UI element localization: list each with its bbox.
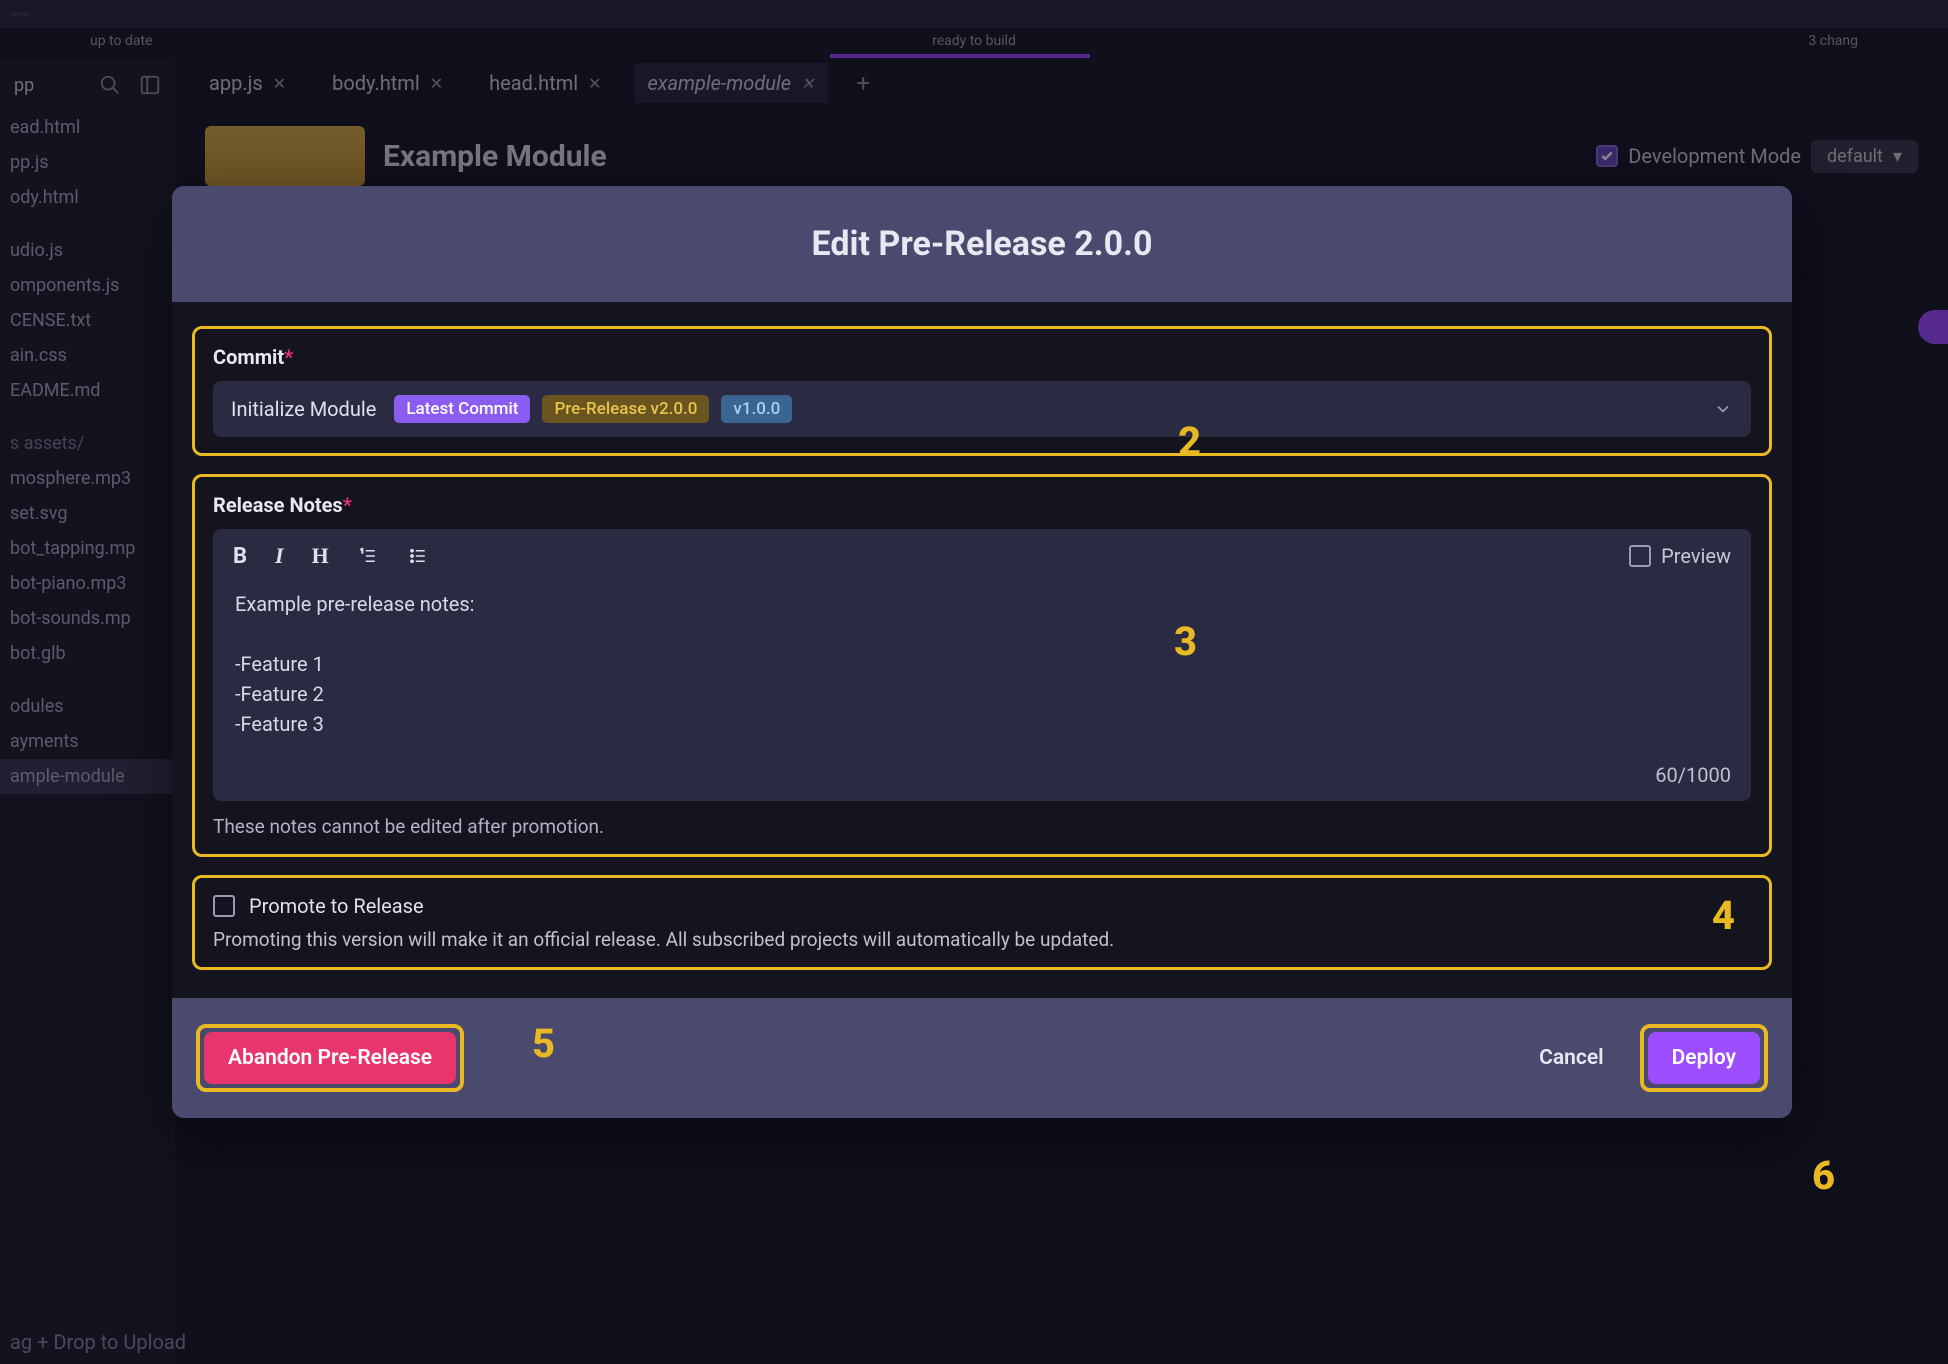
dev-mode-label: Development Mode [1628,144,1801,168]
folder-icon [205,126,365,186]
modal-title: Edit Pre-Release 2.0.0 [192,224,1772,264]
highlight-abandon: Abandon Pre-Release [196,1024,464,1092]
tab-example-module[interactable]: example-module ✕ [634,63,829,103]
release-notes-label: Release Notes* [213,493,1751,517]
callout-5: 5 [532,1020,555,1067]
dropdown-value: default [1827,146,1883,167]
app-label: pp [14,75,34,96]
badge-prerelease: Pre-Release v2.0.0 [542,395,709,423]
bold-button[interactable]: B [233,544,247,569]
file-item[interactable]: mosphere.mp3 [0,461,175,496]
file-item[interactable]: bot_tapping.mp [0,531,175,566]
status-center: ready to build [932,33,1016,49]
file-item[interactable]: CENSE.txt [0,303,175,338]
svg-text:1: 1 [360,548,363,555]
commit-message: Initialize Module [231,397,376,421]
file-item[interactable]: udio.js [0,233,175,268]
search-icon[interactable] [99,74,121,96]
tabs-row: app.js ✕ body.html ✕ head.html ✕ example-mo… [175,58,1948,108]
commit-section: Commit* Initialize Module Latest Commit … [192,326,1772,456]
status-left: up to date [90,33,152,49]
tab-label: app.js [209,71,263,95]
cancel-button[interactable]: Cancel [1515,1032,1627,1084]
notes-help-text: These notes cannot be edited after promo… [213,815,1751,838]
commit-label: Commit* [213,345,1751,369]
ordered-list-button[interactable]: 1 [357,547,379,565]
top-pill [10,12,30,16]
config-dropdown[interactable]: default ▾ [1811,140,1918,173]
promote-section: Promote to Release Promoting this versio… [192,875,1772,970]
italic-button[interactable]: I [275,543,284,569]
close-icon[interactable]: ✕ [588,74,601,93]
deploy-button[interactable]: Deploy [1648,1032,1760,1084]
bullet-list-button[interactable] [407,547,429,565]
highlight-deploy: Deploy [1640,1024,1768,1092]
callout-3: 3 [1174,618,1197,665]
heading-button[interactable]: H [312,543,329,569]
badge-version: v1.0.0 [721,395,792,423]
promote-description: Promoting this version will make it an o… [213,928,1751,951]
editor-toolbar: B I H 1 Preview [213,529,1751,583]
tab-label: head.html [489,71,578,95]
notes-textarea[interactable]: Example pre-release notes: -Feature 1 -F… [213,583,1751,757]
file-item[interactable]: EADME.md [0,373,175,408]
modal-header: Edit Pre-Release 2.0.0 [172,186,1792,302]
nav-item[interactable]: ayments [0,724,175,759]
file-item[interactable]: bot.glb [0,636,175,671]
char-count: 60/1000 [213,757,1751,801]
file-sidebar: pp ead.html pp.js ody.html udio.js ompon… [0,58,175,1364]
badge-latest-commit: Latest Commit [394,395,530,423]
tab-label: body.html [332,71,420,95]
nav-item[interactable]: ample-module [0,759,175,794]
close-icon[interactable]: ✕ [801,74,814,93]
preview-checkbox[interactable] [1629,545,1651,567]
tab-label: example-module [648,71,791,95]
chevron-down-icon: ▾ [1893,146,1902,167]
collapse-icon[interactable] [139,74,161,96]
promote-checkbox[interactable] [213,895,235,917]
new-tab-button[interactable]: + [846,69,880,97]
folder-label[interactable]: s assets/ [0,426,175,461]
chevron-down-icon [1713,399,1733,419]
tab-appjs[interactable]: app.js ✕ [195,63,300,103]
file-item[interactable]: pp.js [0,145,175,180]
module-title: Example Module [383,139,607,174]
upload-hint: ag + Drop to Upload [10,1330,186,1354]
file-item[interactable]: ain.css [0,338,175,373]
close-icon[interactable]: ✕ [430,74,443,93]
tab-headhtml[interactable]: head.html ✕ [475,63,615,103]
tab-bodyhtml[interactable]: body.html ✕ [318,63,457,103]
callout-6: 6 [1812,1152,1835,1199]
dev-mode-checkbox[interactable] [1596,145,1618,167]
callout-4: 4 [1712,892,1735,939]
status-right: 3 chang [1808,33,1858,49]
file-item[interactable]: omponents.js [0,268,175,303]
nav-item[interactable]: odules [0,689,175,724]
abandon-button[interactable]: Abandon Pre-Release [204,1032,456,1084]
file-item[interactable]: set.svg [0,496,175,531]
right-handle[interactable] [1918,310,1948,344]
edit-prerelease-modal: Edit Pre-Release 2.0.0 Commit* Initializ… [172,186,1792,1118]
callout-2: 2 [1178,418,1201,465]
file-item[interactable]: bot-sounds.mp [0,601,175,636]
notes-editor: B I H 1 Preview Example pre-release note… [213,529,1751,801]
release-notes-section: Release Notes* B I H 1 Preview Example p… [192,474,1772,857]
modal-footer: Abandon Pre-Release 5 Cancel Deploy [172,998,1792,1118]
promote-label: Promote to Release [249,894,424,918]
file-item[interactable]: ody.html [0,180,175,215]
close-icon[interactable]: ✕ [273,74,286,93]
preview-label: Preview [1661,544,1731,568]
commit-dropdown[interactable]: Initialize Module Latest Commit Pre-Rele… [213,381,1751,437]
file-item[interactable]: ead.html [0,110,175,145]
file-item[interactable]: bot-piano.mp3 [0,566,175,601]
